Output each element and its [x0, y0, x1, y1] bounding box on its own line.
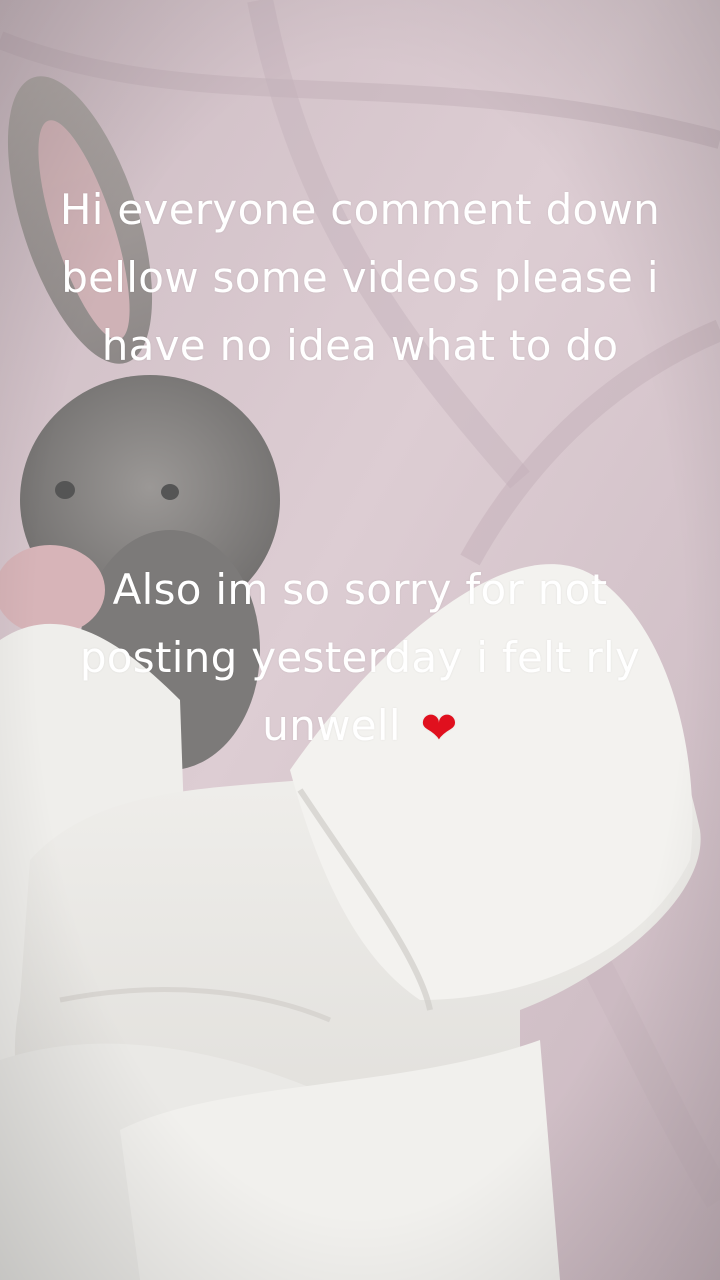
overlay-caption-1: Hi everyone comment down bellow some vid… [59, 185, 661, 370]
overlay-caption-2: Also im so sorry for not posting yesterd… [30, 556, 690, 760]
overlay-caption-2-text: Also im so sorry for not posting yesterd… [79, 565, 641, 750]
video-frame: Hi everyone comment down bellow some vid… [0, 0, 720, 1280]
heart-icon: ❤ [420, 703, 458, 754]
